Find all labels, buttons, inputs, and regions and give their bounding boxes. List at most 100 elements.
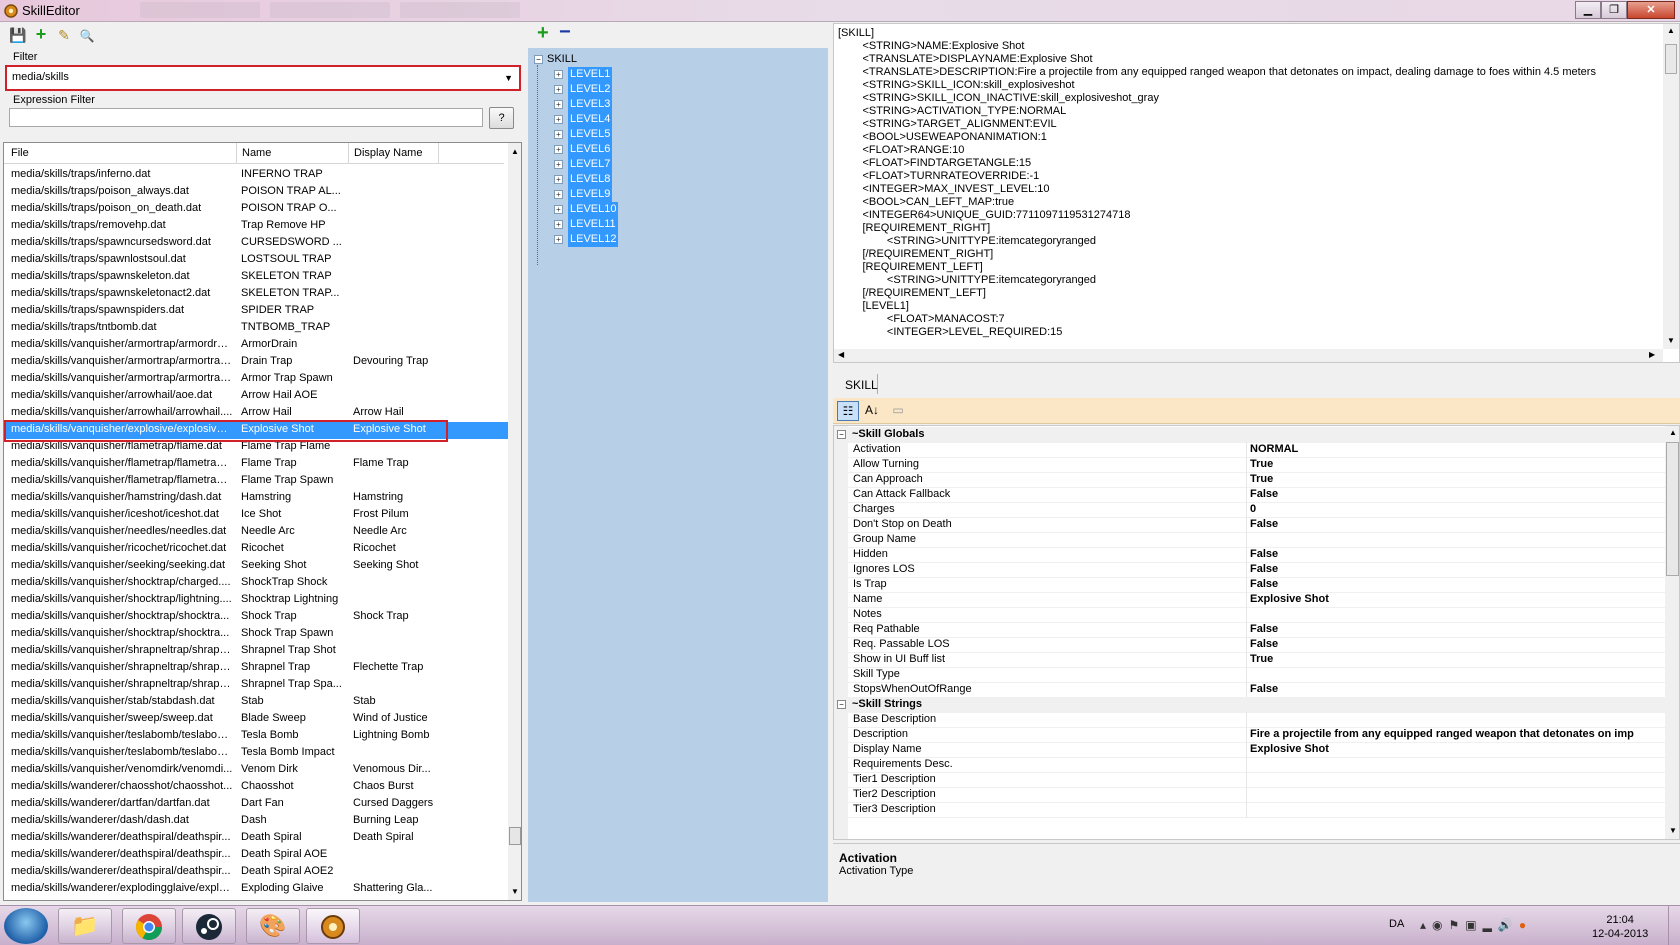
property-row[interactable]: Don't Stop on Death False bbox=[834, 517, 1666, 533]
property-value[interactable]: False bbox=[1250, 548, 1278, 560]
expand-icon[interactable]: + bbox=[554, 220, 563, 229]
table-row[interactable]: media/skills/traps/poison_on_death.dat PO… bbox=[4, 201, 509, 218]
property-row[interactable]: Is Trap False bbox=[834, 577, 1666, 593]
column-divider[interactable] bbox=[1246, 757, 1247, 773]
chrome-icon[interactable] bbox=[122, 908, 176, 944]
close-button[interactable]: ✕ bbox=[1627, 1, 1675, 19]
column-divider[interactable] bbox=[1246, 592, 1247, 608]
scrollbar-thumb[interactable] bbox=[1665, 44, 1677, 74]
property-row[interactable]: Tier3 Description bbox=[834, 802, 1666, 818]
add-icon[interactable]: + bbox=[31, 24, 51, 44]
expression-help-button[interactable]: ? bbox=[489, 107, 514, 129]
property-row[interactable]: Description Fire a projectile from any eq… bbox=[834, 727, 1666, 743]
column-divider[interactable] bbox=[1246, 787, 1247, 803]
expand-icon[interactable]: + bbox=[554, 130, 563, 139]
table-row[interactable]: media/skills/traps/spawnspiders.dat SPIDE… bbox=[4, 303, 509, 320]
table-row[interactable]: media/skills/vanquisher/venomdirk/venomd… bbox=[4, 762, 509, 779]
property-value[interactable]: False bbox=[1250, 683, 1278, 695]
raw-data-view[interactable]: [SKILL] <STRING>NAME:Explosive Shot <TRA… bbox=[833, 23, 1680, 363]
property-row[interactable]: Name Explosive Shot bbox=[834, 592, 1666, 608]
scrollbar-thumb[interactable] bbox=[509, 827, 521, 845]
property-pages-icon[interactable]: ▭ bbox=[887, 401, 909, 421]
scroll-down-icon[interactable]: ▼ bbox=[511, 887, 519, 896]
property-value[interactable]: Fire a projectile from any equipped rang… bbox=[1250, 728, 1634, 740]
tree-root[interactable]: − SKILL bbox=[534, 53, 577, 65]
steam-icon[interactable] bbox=[182, 908, 236, 944]
column-divider[interactable] bbox=[1246, 637, 1247, 653]
column-header-file[interactable]: File bbox=[4, 143, 237, 164]
column-divider[interactable] bbox=[1246, 622, 1247, 638]
minimize-button[interactable]: ▁ bbox=[1575, 1, 1601, 19]
column-header-display-name[interactable]: Display Name bbox=[349, 143, 439, 164]
scroll-down-icon[interactable]: ▼ bbox=[1667, 336, 1675, 345]
expand-icon[interactable]: + bbox=[554, 145, 563, 154]
property-value[interactable]: True bbox=[1250, 653, 1273, 665]
dropdown-arrow-icon[interactable]: ▼ bbox=[504, 73, 513, 83]
device-icon[interactable]: ▣ bbox=[1465, 918, 1482, 932]
column-divider[interactable] bbox=[1246, 712, 1247, 728]
property-row[interactable]: StopsWhenOutOfRange False bbox=[834, 682, 1666, 698]
column-divider[interactable] bbox=[1246, 517, 1247, 533]
column-divider[interactable] bbox=[1246, 457, 1247, 473]
table-row[interactable]: media/skills/wanderer/deathspiral/deaths… bbox=[4, 847, 509, 864]
flag-icon[interactable]: ⚑ bbox=[1449, 918, 1466, 932]
table-row[interactable]: media/skills/traps/spawncursedsword.dat C… bbox=[4, 235, 509, 252]
property-value[interactable]: False bbox=[1250, 638, 1278, 650]
table-row[interactable]: media/skills/vanquisher/flametrap/flamet… bbox=[4, 456, 509, 473]
add-node-icon[interactable]: + bbox=[537, 22, 549, 45]
column-divider[interactable] bbox=[1246, 502, 1247, 518]
table-row[interactable]: media/skills/vanquisher/seeking/seeking.… bbox=[4, 558, 509, 575]
table-row[interactable]: media/skills/vanquisher/shrapneltrap/shr… bbox=[4, 660, 509, 677]
property-row[interactable]: Charges 0 bbox=[834, 502, 1666, 518]
scroll-up-icon[interactable]: ▲ bbox=[511, 147, 519, 156]
table-row[interactable]: media/skills/vanquisher/iceshot/iceshot.… bbox=[4, 507, 509, 524]
column-divider[interactable] bbox=[1246, 442, 1247, 458]
table-row[interactable]: media/skills/traps/poison_always.dat POIS… bbox=[4, 184, 509, 201]
expand-icon[interactable]: + bbox=[554, 100, 563, 109]
scroll-up-icon[interactable]: ▲ bbox=[1669, 428, 1677, 437]
property-value[interactable]: True bbox=[1250, 458, 1273, 470]
collapse-icon[interactable]: − bbox=[837, 700, 846, 709]
table-row[interactable]: media/skills/vanquisher/teslabomb/teslab… bbox=[4, 745, 509, 762]
table-row[interactable]: media/skills/traps/spawnskeletonact2.dat… bbox=[4, 286, 509, 303]
collapse-icon[interactable]: − bbox=[534, 55, 543, 64]
scroll-right-icon[interactable]: ▶ bbox=[1649, 350, 1655, 359]
table-row[interactable]: media/skills/vanquisher/armortrap/armort… bbox=[4, 371, 509, 388]
column-divider[interactable] bbox=[1246, 532, 1247, 548]
property-row[interactable]: Tier1 Description bbox=[834, 772, 1666, 788]
scroll-up-icon[interactable]: ▲ bbox=[1667, 26, 1675, 35]
property-value[interactable]: False bbox=[1250, 488, 1278, 500]
expand-icon[interactable]: + bbox=[554, 160, 563, 169]
remove-node-icon[interactable]: − bbox=[559, 21, 571, 44]
table-row[interactable]: media/skills/vanquisher/armortrap/armord… bbox=[4, 337, 509, 354]
table-row[interactable]: media/skills/vanquisher/shrapneltrap/shr… bbox=[4, 643, 509, 660]
skilleditor-taskbar-icon[interactable] bbox=[306, 908, 360, 944]
tab-skill[interactable]: SKILL bbox=[833, 374, 878, 394]
property-row[interactable]: Requirements Desc. bbox=[834, 757, 1666, 773]
edit-icon[interactable]: ✎ bbox=[54, 25, 74, 45]
property-value[interactable]: False bbox=[1250, 518, 1278, 530]
code-horizontal-scrollbar[interactable]: ◀ ▶ bbox=[834, 349, 1663, 362]
property-row[interactable]: Req Pathable False bbox=[834, 622, 1666, 638]
table-row[interactable]: media/skills/vanquisher/teslabomb/teslab… bbox=[4, 728, 509, 745]
scroll-down-icon[interactable]: ▼ bbox=[1669, 826, 1677, 835]
expand-icon[interactable]: + bbox=[554, 235, 563, 244]
property-row[interactable]: Tier2 Description bbox=[834, 787, 1666, 803]
property-row[interactable]: Can Attack Fallback False bbox=[834, 487, 1666, 503]
explorer-icon[interactable]: 📁 bbox=[58, 908, 112, 944]
property-row[interactable]: Display Name Explosive Shot bbox=[834, 742, 1666, 758]
table-row[interactable]: media/skills/vanquisher/hamstring/dash.d… bbox=[4, 490, 509, 507]
expression-filter-input[interactable] bbox=[9, 108, 483, 127]
language-indicator[interactable]: DA bbox=[1389, 918, 1404, 930]
column-divider[interactable] bbox=[1246, 487, 1247, 503]
property-category[interactable]: − ~Skill Strings bbox=[834, 697, 1666, 713]
property-row[interactable]: Base Description bbox=[834, 712, 1666, 728]
table-row[interactable]: media/skills/wanderer/explodingglaive/ex… bbox=[4, 881, 509, 898]
table-row[interactable]: media/skills/vanquisher/ricochet/ricoche… bbox=[4, 541, 509, 558]
property-row[interactable]: Show in UI Buff list True bbox=[834, 652, 1666, 668]
table-row[interactable]: media/skills/vanquisher/shocktrap/charge… bbox=[4, 575, 509, 592]
filter-combobox[interactable]: media/skills ▼ bbox=[5, 65, 521, 91]
table-row[interactable]: media/skills/vanquisher/shocktrap/shockt… bbox=[4, 609, 509, 626]
property-value[interactable]: NORMAL bbox=[1250, 443, 1298, 455]
property-row[interactable]: Notes bbox=[834, 607, 1666, 623]
